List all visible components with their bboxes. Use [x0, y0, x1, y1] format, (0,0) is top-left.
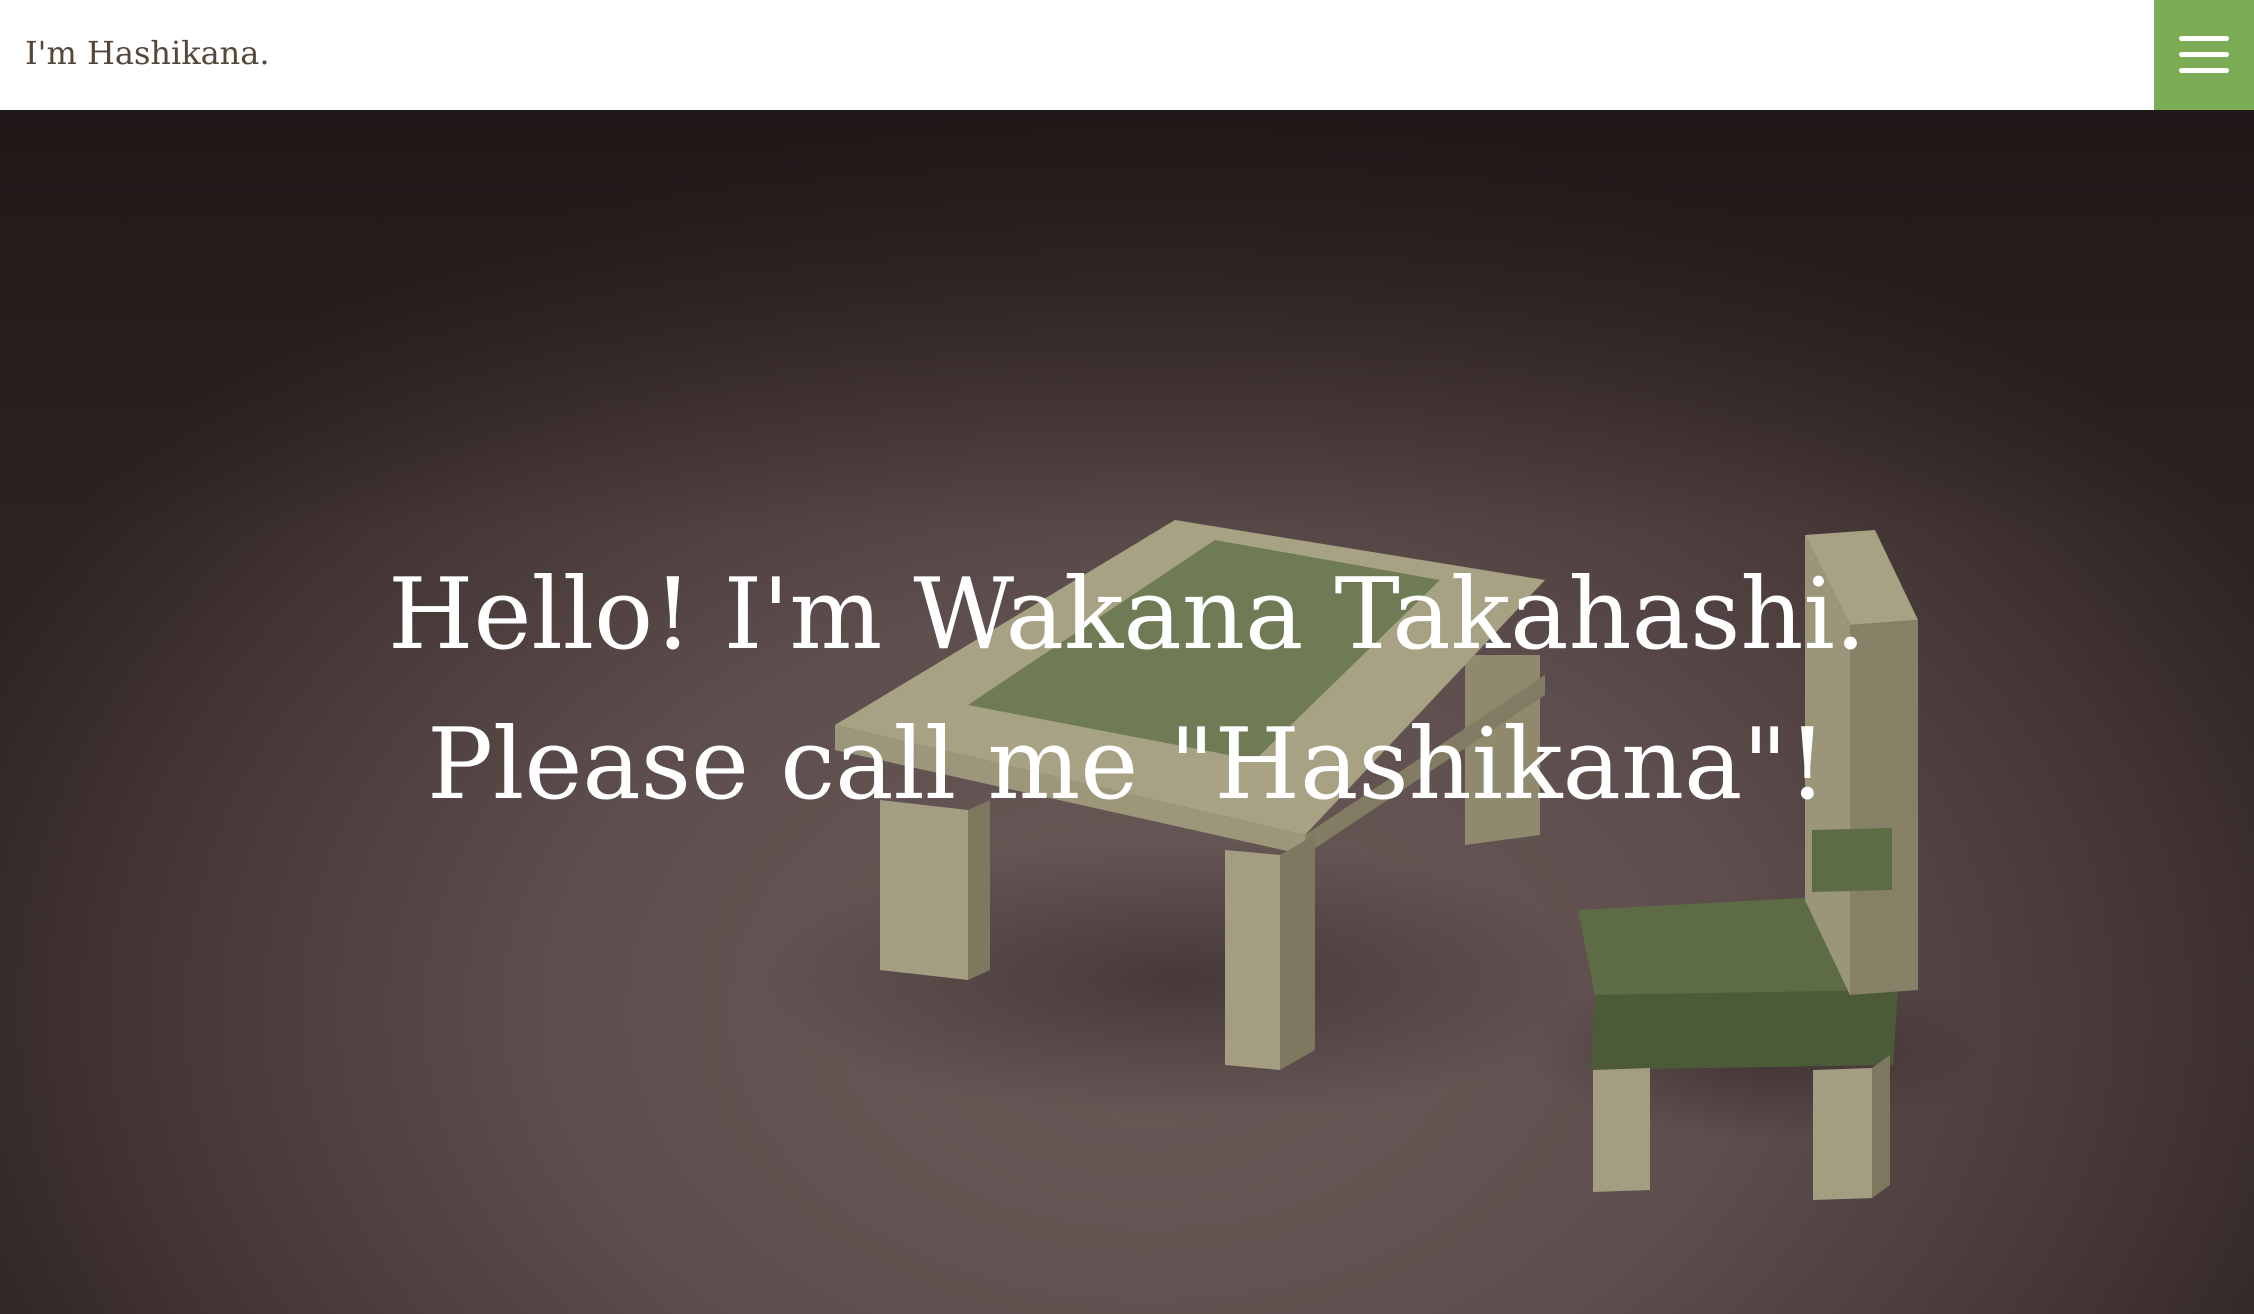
site-header: I'm Hashikana. — [0, 0, 2254, 110]
hero-greeting-line2: Please call me "Hashikana"! — [427, 708, 1827, 822]
hero-greeting: Hello! I'm Wakana Takahashi. Please call… — [0, 540, 2254, 840]
hero-section: Hello! I'm Wakana Takahashi. Please call… — [0, 110, 2254, 1314]
site-title-link[interactable]: I'm Hashikana. — [25, 0, 270, 110]
hero-greeting-line1: Hello! I'm Wakana Takahashi. — [388, 558, 1866, 672]
hamburger-menu-icon — [2179, 36, 2229, 74]
menu-button[interactable] — [2154, 0, 2254, 110]
